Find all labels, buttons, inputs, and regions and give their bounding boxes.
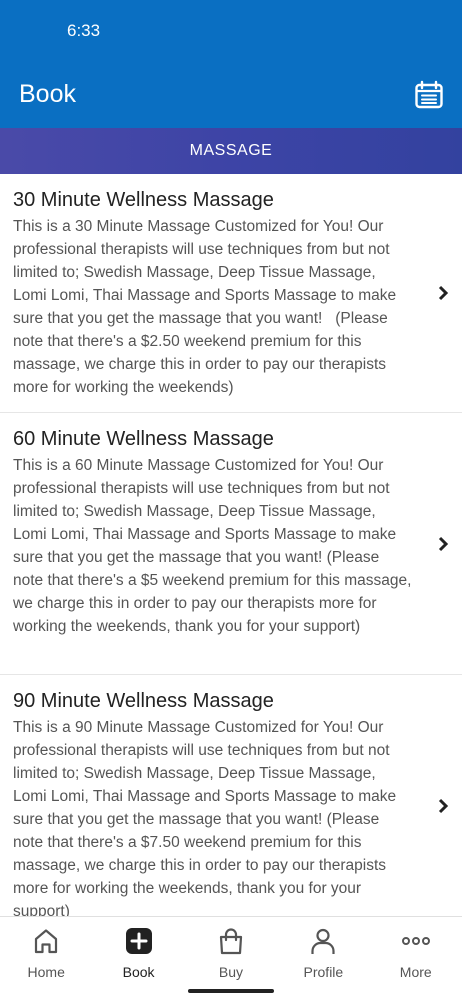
nav-label: Home xyxy=(27,964,65,980)
service-description: This is a 60 Minute Massage Customized f… xyxy=(13,457,416,635)
nav-label: Profile xyxy=(303,964,344,980)
plus-box-icon xyxy=(125,927,153,955)
service-title: 30 Minute Wellness Massage xyxy=(13,189,274,211)
nav-label: More xyxy=(399,964,432,980)
home-indicator xyxy=(188,989,274,993)
category-label: MASSAGE xyxy=(189,142,273,159)
nav-book[interactable]: Book xyxy=(92,917,184,1000)
shopping-bag-icon xyxy=(217,927,245,955)
chevron-right-icon xyxy=(436,284,450,302)
chevron-right-icon xyxy=(436,797,450,815)
calendar-icon xyxy=(415,80,443,109)
person-icon xyxy=(309,927,337,955)
calendar-button[interactable] xyxy=(412,78,446,112)
service-list: 30 Minute Wellness Massage This is a 30 … xyxy=(0,174,462,916)
more-dots-icon xyxy=(401,927,430,955)
service-item-90-minute[interactable]: 90 Minute Wellness Massage This is a 90 … xyxy=(0,675,462,916)
home-icon xyxy=(32,927,60,955)
app-header: Book xyxy=(0,64,462,128)
nav-more[interactable]: More xyxy=(370,917,462,1000)
nav-buy[interactable]: Buy xyxy=(185,917,277,1000)
service-title: 60 Minute Wellness Massage xyxy=(13,428,274,450)
service-item-30-minute[interactable]: 30 Minute Wellness Massage This is a 30 … xyxy=(0,174,462,413)
service-title: 90 Minute Wellness Massage xyxy=(13,690,274,712)
status-bar: 6:33 xyxy=(0,0,462,64)
nav-home[interactable]: Home xyxy=(0,917,92,1000)
nav-label: Buy xyxy=(218,964,244,980)
chevron-right-icon xyxy=(436,535,450,553)
service-description: This is a 90 Minute Massage Customized f… xyxy=(13,719,401,916)
nav-label: Book xyxy=(122,964,155,980)
bottom-nav: Home Book Buy Profile More xyxy=(0,916,462,1000)
status-time: 6:33 xyxy=(67,21,101,40)
nav-profile[interactable]: Profile xyxy=(277,917,369,1000)
page-title: Book xyxy=(19,80,76,108)
service-item-60-minute[interactable]: 60 Minute Wellness Massage This is a 60 … xyxy=(0,413,462,675)
service-description: This is a 30 Minute Massage Customized f… xyxy=(13,218,401,396)
category-header: MASSAGE xyxy=(0,128,462,174)
